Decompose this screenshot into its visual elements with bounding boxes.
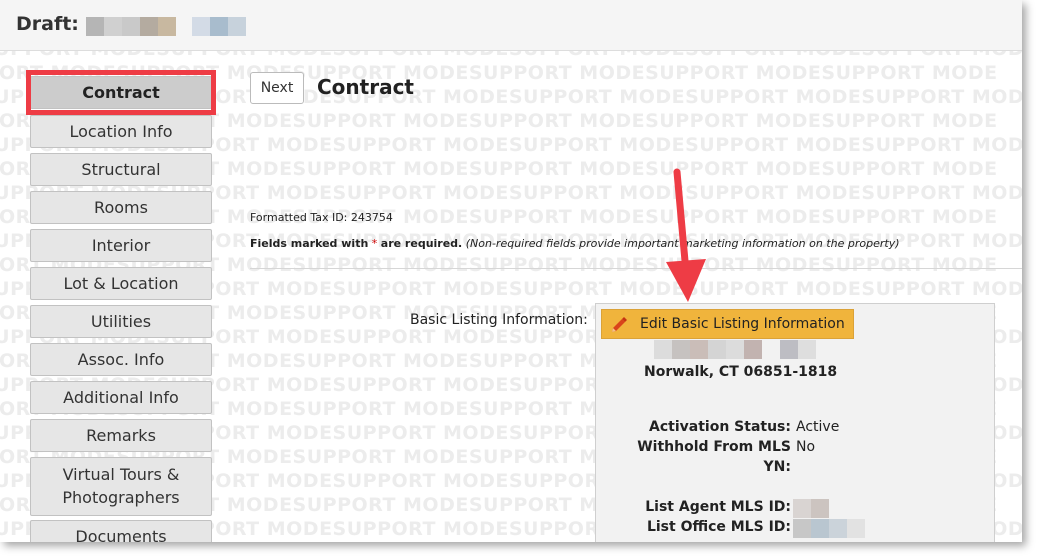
contract-highlight-annotation <box>26 70 216 115</box>
nav-label: Structural <box>81 160 161 179</box>
required-note-italic: (Non-required fields provide important m… <box>465 237 900 250</box>
nav-label: Assoc. Info <box>77 350 165 369</box>
nav-label: Location Info <box>69 122 173 141</box>
nav-label: Documents <box>75 527 167 542</box>
activation-status-value: Active <box>796 419 840 435</box>
header-bar: Draft: <box>0 0 1022 51</box>
nav-label: Additional Info <box>63 388 179 407</box>
nav-remarks[interactable]: Remarks <box>30 419 212 452</box>
page-title: Contract <box>317 75 414 99</box>
draft-label: Draft: <box>16 13 79 35</box>
redacted-listing-id <box>192 17 246 36</box>
basic-listing-panel: Edit Basic Listing Information Norwalk, … <box>595 303 995 542</box>
nav-interior[interactable]: Interior <box>30 229 212 262</box>
divider <box>250 268 1022 269</box>
withhold-label-line1: Withhold From MLS <box>637 439 791 455</box>
edit-basic-listing-label: Edit Basic Listing Information <box>640 316 845 332</box>
nav-rooms[interactable]: Rooms <box>30 191 212 224</box>
nav-lot-location[interactable]: Lot & Location <box>30 267 212 300</box>
redacted-agent-id <box>793 499 829 518</box>
basic-listing-label: Basic Listing Information: <box>410 312 588 328</box>
redacted-street-address <box>654 340 816 359</box>
withhold-label-line2: YN: <box>763 459 791 475</box>
redacted-office-id <box>793 519 865 538</box>
withhold-value: No <box>796 439 816 455</box>
required-note-bold-b: are required. <box>380 237 463 250</box>
nav-label-line2: Photographers <box>62 488 180 507</box>
nav-utilities[interactable]: Utilities <box>30 305 212 338</box>
required-star: * <box>371 237 378 250</box>
nav-label: Interior <box>91 236 151 255</box>
nav-assoc-info[interactable]: Assoc. Info <box>30 343 212 376</box>
pencil-icon <box>612 317 627 332</box>
nav-virtual-tours[interactable]: Virtual Tours & Photographers <box>30 457 212 516</box>
activation-status-label: Activation Status: <box>649 419 791 435</box>
nav-additional-info[interactable]: Additional Info <box>30 381 212 414</box>
nav-label: Lot & Location <box>63 274 179 293</box>
address-city-line: Norwalk, CT 06851-1818 <box>644 364 838 380</box>
nav-documents[interactable]: Documents <box>30 520 212 542</box>
list-agent-label: List Agent MLS ID: <box>645 499 791 515</box>
required-note-bold-a: Fields marked with <box>250 237 369 250</box>
nav-label: Rooms <box>94 198 148 217</box>
list-office-label: List Office MLS ID: <box>646 519 791 535</box>
nav-label: Utilities <box>90 312 152 331</box>
nav-structural[interactable]: Structural <box>30 153 212 186</box>
nav-label: Remarks <box>86 426 156 445</box>
nav-location-info[interactable]: Location Info <box>30 115 212 148</box>
formatted-tax-id: Formatted Tax ID: 243754 <box>250 211 393 224</box>
next-button[interactable]: Next <box>250 72 304 104</box>
required-fields-note: Fields marked with * are required. (Non-… <box>250 237 900 250</box>
redacted-listing-name <box>86 17 176 36</box>
edit-basic-listing-button[interactable]: Edit Basic Listing Information <box>601 309 854 339</box>
nav-label-line1: Virtual Tours & <box>62 465 180 484</box>
page: SUPPORT MODESUPPORT MODESUPPORT MODESUPP… <box>0 0 1022 542</box>
